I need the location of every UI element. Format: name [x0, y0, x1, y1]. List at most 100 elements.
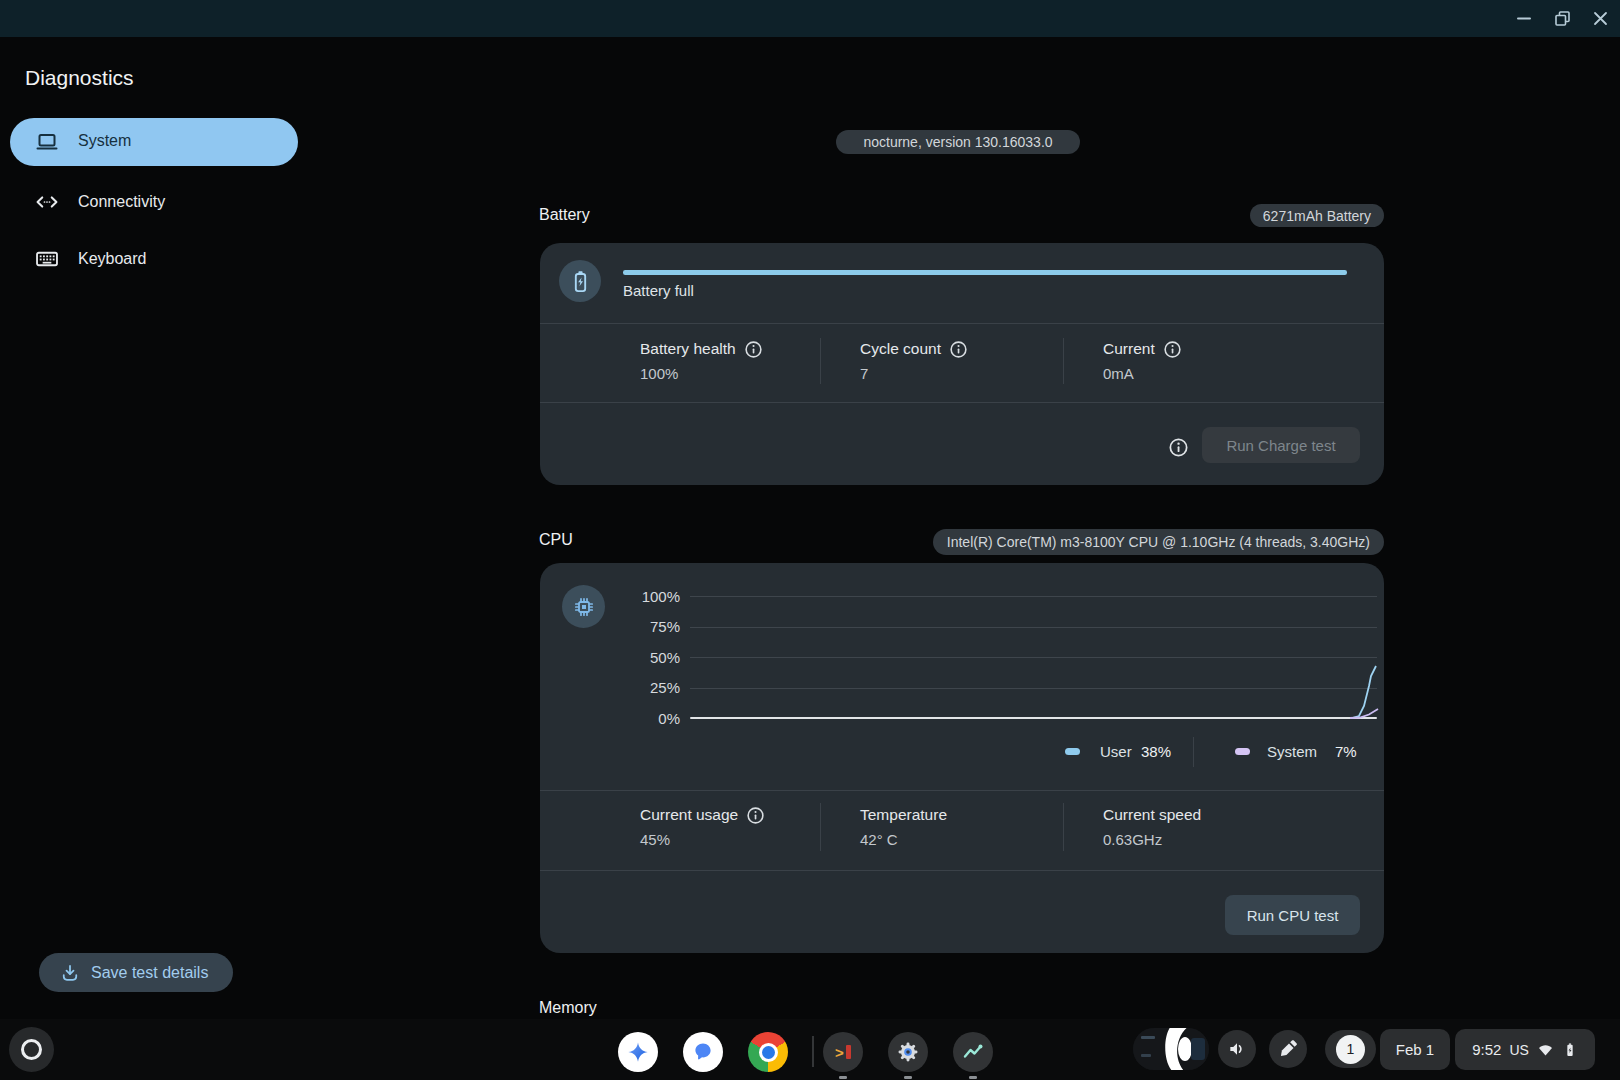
- running-indicator: [839, 1076, 847, 1079]
- stat-value: 100%: [640, 365, 678, 383]
- stat-value: 42° C: [860, 831, 898, 849]
- save-test-details-button[interactable]: Save test details: [39, 953, 233, 992]
- shelf-separator: [812, 1036, 814, 1067]
- stat-value: 0.63GHz: [1103, 831, 1162, 849]
- restore-button[interactable]: [1547, 0, 1577, 37]
- memory-section-heading: Memory: [539, 999, 597, 1017]
- battery-section-heading: Battery: [539, 206, 590, 224]
- chrome-app-button[interactable]: [748, 1032, 788, 1072]
- notification-counter[interactable]: 1: [1325, 1030, 1376, 1068]
- audio-settings-button[interactable]: [1218, 1030, 1256, 1068]
- battery-icon: [559, 260, 601, 302]
- divider: [540, 402, 1384, 403]
- battery-card: Battery full Battery health 100% Cycle c…: [540, 243, 1384, 485]
- shelf: >: [0, 1019, 1620, 1080]
- sidebar-item-label: Keyboard: [78, 250, 147, 268]
- ytick-25: 25%: [600, 679, 680, 696]
- stat-label: Battery health: [640, 340, 736, 358]
- messages-app-button[interactable]: [683, 1032, 723, 1072]
- gridline: [690, 688, 1377, 689]
- legend-swatch-user: [1065, 748, 1080, 755]
- version-chip: nocturne, version 130.16033.0: [836, 130, 1080, 154]
- save-button-label: Save test details: [91, 964, 208, 982]
- speaker-icon: [1227, 1039, 1247, 1059]
- ytick-0: 0%: [600, 710, 680, 727]
- divider: [820, 803, 821, 851]
- gridline: [690, 657, 1377, 658]
- ytick-100: 100%: [600, 588, 680, 605]
- cycle-count-stat: Cycle count: [860, 340, 968, 358]
- run-cpu-test-button[interactable]: Run CPU test: [1225, 895, 1360, 935]
- sidebar-item-keyboard[interactable]: Keyboard: [10, 235, 298, 283]
- stylus-icon: [1278, 1039, 1298, 1059]
- window-titlebar: [0, 0, 1620, 37]
- battery-status-text: Battery full: [623, 282, 694, 299]
- gear-icon: [896, 1040, 920, 1064]
- settings-app-button[interactable]: [888, 1032, 928, 1072]
- sidebar-item-connectivity[interactable]: Connectivity: [10, 178, 298, 226]
- info-icon[interactable]: [1168, 437, 1189, 458]
- info-icon[interactable]: [949, 340, 968, 359]
- cpu-badge: Intel(R) Core(TM) m3-8100Y CPU @ 1.10GHz…: [933, 529, 1384, 555]
- ytick-50: 50%: [600, 649, 680, 666]
- battery-progress-bar: [623, 270, 1347, 275]
- laptop-icon: [34, 129, 60, 155]
- current-stat: Current: [1103, 340, 1182, 358]
- terminal-app-button[interactable]: >: [823, 1032, 863, 1072]
- x-axis-line: [690, 717, 1377, 719]
- date-label: Feb 1: [1396, 1041, 1434, 1058]
- minimize-icon: [1517, 17, 1531, 20]
- minimize-button[interactable]: [1509, 0, 1539, 37]
- divider: [1063, 803, 1064, 851]
- screen-capture-preview[interactable]: [1133, 1028, 1209, 1070]
- stylus-tools-button[interactable]: [1269, 1030, 1307, 1068]
- gridline: [690, 596, 1377, 597]
- sidebar-item-system[interactable]: System: [10, 118, 298, 166]
- assistant-app-button[interactable]: [618, 1032, 658, 1072]
- divider: [820, 338, 821, 384]
- page-title: Diagnostics: [25, 66, 134, 90]
- battery-status-icon: [1562, 1042, 1578, 1058]
- stat-label: Current: [1103, 340, 1155, 358]
- restore-icon: [1555, 11, 1570, 26]
- capture-thumbnail: [1133, 1028, 1209, 1070]
- date-button[interactable]: Feb 1: [1380, 1029, 1450, 1070]
- gridline: [690, 627, 1377, 628]
- divider: [540, 790, 1384, 791]
- stat-label: Current usage: [640, 806, 738, 824]
- status-tray[interactable]: 9:52 US: [1455, 1029, 1595, 1070]
- info-icon[interactable]: [746, 806, 765, 825]
- legend-label: User: [1100, 743, 1132, 761]
- stat-label: Cycle count: [860, 340, 941, 358]
- clock-label: 9:52: [1472, 1041, 1501, 1058]
- cpu-usage-spark-lines: [1340, 648, 1380, 720]
- divider: [1193, 737, 1194, 767]
- diagnostics-app-button[interactable]: [953, 1032, 993, 1072]
- stat-value: 45%: [640, 831, 670, 849]
- info-icon[interactable]: [1163, 340, 1182, 359]
- cpu-section-heading: CPU: [539, 531, 573, 549]
- input-method-label: US: [1509, 1042, 1528, 1058]
- running-indicator: [904, 1076, 912, 1079]
- run-charge-test-button[interactable]: Run Charge test: [1202, 427, 1360, 463]
- notification-count-badge: 1: [1336, 1035, 1365, 1064]
- close-button[interactable]: [1585, 0, 1615, 37]
- info-icon[interactable]: [744, 340, 763, 359]
- launcher-icon: [21, 1039, 42, 1060]
- close-icon: [1593, 11, 1608, 26]
- legend-value: 38%: [1141, 743, 1171, 761]
- cpu-card: 100% 75% 50% 25% 0% User 38% System 7% C…: [540, 563, 1384, 953]
- divider: [540, 323, 1384, 324]
- legend-swatch-system: [1235, 748, 1250, 755]
- ytick-75: 75%: [600, 618, 680, 635]
- sidebar-item-label: Connectivity: [78, 193, 165, 211]
- line-chart-icon: [961, 1040, 985, 1064]
- current-usage-stat: Current usage: [640, 806, 765, 824]
- stat-label: Current speed: [1103, 806, 1201, 824]
- battery-health-stat: Battery health: [640, 340, 763, 358]
- launcher-button[interactable]: [9, 1027, 54, 1072]
- chat-bubble-icon: [692, 1041, 714, 1063]
- stat-value: 0mA: [1103, 365, 1134, 383]
- divider: [540, 870, 1384, 871]
- gemini-star-icon: [627, 1041, 649, 1063]
